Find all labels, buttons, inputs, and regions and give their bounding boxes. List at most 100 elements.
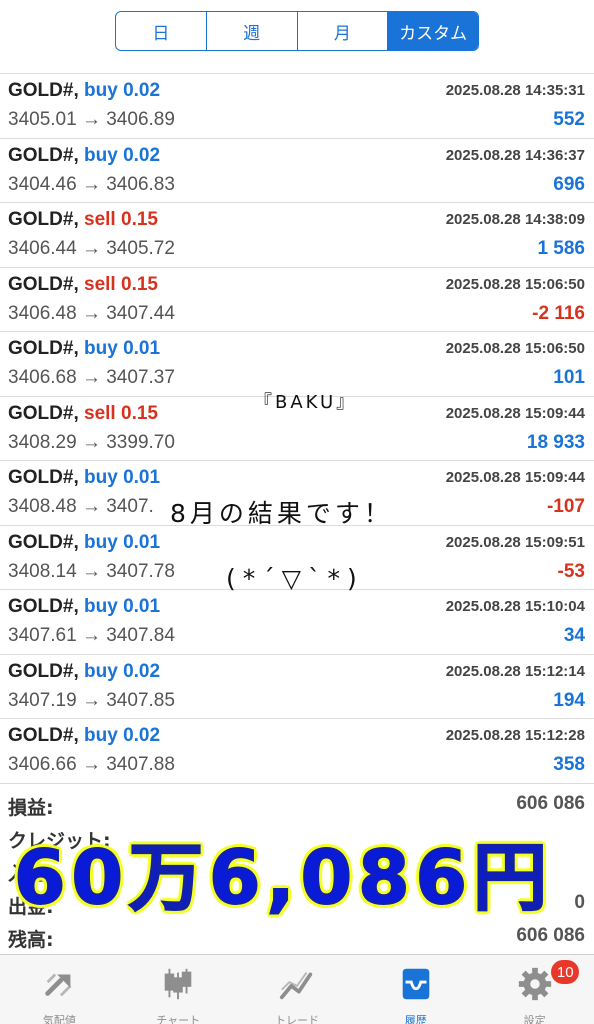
history-icon: [397, 965, 435, 1008]
trade-profit: 1 586: [537, 238, 585, 259]
trade-row[interactable]: GOLD#, buy 0.01 2025.08.28 15:10:04 3407.6…: [0, 589, 594, 654]
volume-text: 0.02: [123, 725, 161, 746]
symbol-text: GOLD#,: [8, 660, 79, 682]
trade-prices: 3408.48 → 3407.: [8, 496, 154, 517]
side-text: sell: [84, 273, 116, 295]
side-text: buy: [84, 596, 118, 617]
trade-side: buy 0.01: [84, 338, 160, 359]
trade-icon: [278, 965, 316, 1008]
segment-month[interactable]: 月: [298, 12, 389, 50]
trade-side: buy 0.01: [84, 596, 160, 617]
trade-row[interactable]: GOLD#, buy 0.02 2025.08.28 15:12:14 3407.1…: [0, 653, 594, 719]
symbol-text: GOLD#,: [8, 402, 79, 424]
trade-prices: 3406.48 → 3407.44: [8, 302, 175, 324]
trade-profit: 194: [553, 689, 585, 711]
volume-text: 0.15: [121, 273, 158, 295]
trade-profit: 358: [553, 754, 585, 775]
volume-text: 0.01: [123, 531, 161, 553]
summary-profit-row: 損益: 606 086: [0, 787, 594, 820]
volume-text: 0.02: [123, 660, 161, 682]
trade-profit: -107: [546, 496, 585, 517]
trade-row[interactable]: GOLD#, buy 0.02 2025.08.28 15:12:28 3406.6…: [0, 718, 594, 783]
trade-row[interactable]: GOLD#, buy 0.02 2025.08.28 14:35:31 3405.0…: [0, 73, 594, 138]
trade-side: sell 0.15: [84, 403, 158, 424]
symbol-text: GOLD#,: [8, 531, 79, 553]
trade-history-list: GOLD#, buy 0.02 2025.08.28 14:35:31 3405.0…: [0, 73, 594, 783]
trade-side: sell 0.15: [84, 209, 158, 230]
segment-day[interactable]: 日: [116, 12, 207, 50]
side-text: sell: [84, 209, 116, 230]
volume-text: 0.01: [123, 596, 161, 617]
trade-time: 2025.08.28 15:06:50: [445, 340, 585, 357]
trade-row[interactable]: GOLD#, buy 0.01 2025.08.28 15:06:50 3406.6…: [0, 331, 594, 396]
overlay-author-name: 『BAKU』: [254, 392, 358, 413]
trade-side: buy 0.01: [84, 532, 160, 553]
segment-week[interactable]: 週: [207, 12, 298, 50]
tab-history[interactable]: 履歴: [356, 955, 475, 1024]
trade-symbol: GOLD#, sell 0.15: [8, 403, 158, 425]
tab-trade[interactable]: トレード: [238, 955, 357, 1024]
side-text: buy: [84, 144, 118, 166]
overlay-total-amount: 60万6,086円: [13, 834, 554, 922]
overlay-month-result: 8月の結果です！: [170, 499, 393, 528]
trade-time: 2025.08.28 14:36:37: [445, 146, 585, 164]
trade-side: buy 0.02: [84, 725, 160, 746]
withdraw-value: 0: [574, 892, 585, 913]
side-text: sell: [84, 402, 116, 424]
trade-time: 2025.08.28 15:12:14: [445, 662, 585, 680]
trade-time: 2025.08.28 15:12:28: [445, 727, 585, 744]
period-segment-bar: 日 週 月 カスタム: [0, 0, 594, 62]
volume-text: 0.02: [123, 80, 161, 101]
tab-settings[interactable]: 10 設定: [475, 955, 594, 1024]
volume-text: 0.02: [123, 144, 161, 166]
trade-symbol: GOLD#, buy 0.01: [8, 532, 160, 554]
tab-quotes-label: 気配値: [42, 1014, 76, 1024]
symbol-text: GOLD#,: [8, 144, 79, 166]
side-text: buy: [84, 531, 118, 553]
trade-row[interactable]: GOLD#, sell 0.15 2025.08.28 15:06:50 3406.…: [0, 266, 594, 332]
trade-symbol: GOLD#, buy 0.02: [8, 661, 160, 683]
trade-profit: 34: [563, 625, 585, 646]
tab-settings-label: 設定: [523, 1014, 546, 1024]
tab-quotes[interactable]: 気配値: [0, 955, 119, 1024]
trade-symbol: GOLD#, buy 0.01: [8, 467, 160, 489]
overlay-emoticon: (*´▽`*): [226, 564, 364, 593]
bottom-tab-bar: 気配値 チャート トレード 履歴 10 設定: [0, 954, 594, 1024]
trade-time: 2025.08.28 14:38:09: [445, 211, 585, 228]
profit-value: 606 086: [516, 793, 585, 814]
trade-prices: 3407.19 → 3407.85: [8, 689, 175, 711]
segment-custom[interactable]: カスタム: [388, 12, 478, 50]
trade-side: buy 0.02: [84, 661, 160, 682]
volume-text: 0.01: [123, 467, 161, 488]
trade-profit: 18 933: [526, 431, 585, 453]
trade-side: buy 0.01: [84, 467, 160, 488]
trade-time: 2025.08.28 15:09:51: [445, 533, 585, 551]
trade-row[interactable]: GOLD#, sell 0.15 2025.08.28 14:38:09 3406.…: [0, 202, 594, 267]
trade-prices: 3406.68 → 3407.37: [8, 367, 175, 388]
trade-profit: -53: [557, 560, 585, 582]
chart-icon: [159, 965, 197, 1008]
volume-text: 0.01: [123, 338, 161, 359]
symbol-text: GOLD#,: [8, 209, 79, 230]
symbol-text: GOLD#,: [8, 596, 79, 617]
symbol-text: GOLD#,: [8, 273, 79, 295]
volume-text: 0.15: [121, 209, 158, 230]
symbol-text: GOLD#,: [8, 467, 79, 488]
trade-time: 2025.08.28 14:35:31: [445, 82, 585, 99]
side-text: buy: [84, 467, 118, 488]
trade-prices: 3405.01 → 3406.89: [8, 109, 175, 130]
balance-label: 残高:: [8, 929, 54, 951]
trade-row[interactable]: GOLD#, buy 0.02 2025.08.28 14:36:37 3404.4…: [0, 137, 594, 203]
tab-trade-label: トレード: [274, 1014, 319, 1024]
trade-side: sell 0.15: [84, 274, 158, 295]
trade-symbol: GOLD#, sell 0.15: [8, 209, 158, 231]
trade-profit: 696: [553, 173, 585, 195]
trade-time: 2025.08.28 15:09:44: [445, 404, 585, 422]
side-text: buy: [84, 338, 118, 359]
side-text: buy: [84, 660, 118, 682]
trade-prices: 3408.29 → 3399.70: [8, 431, 175, 453]
trade-profit: 552: [553, 109, 585, 130]
symbol-text: GOLD#,: [8, 338, 79, 359]
trade-time: 2025.08.28 15:09:44: [445, 469, 585, 486]
tab-chart[interactable]: チャート: [119, 955, 238, 1024]
